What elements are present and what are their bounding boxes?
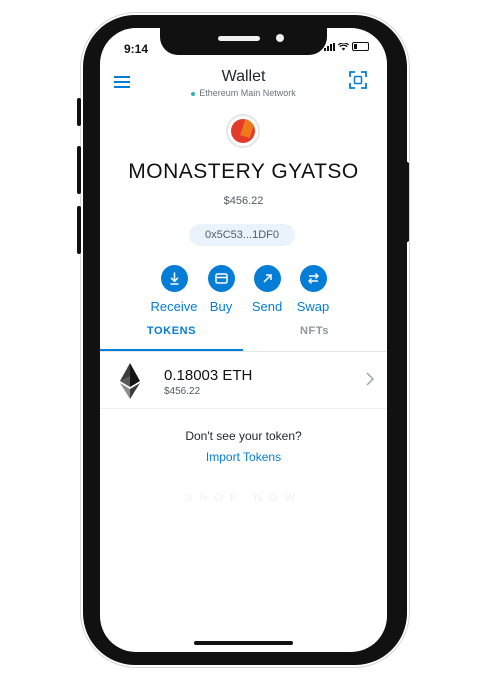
volume-up-button — [77, 146, 81, 194]
swap-label: Swap — [296, 299, 330, 314]
front-camera — [276, 34, 284, 42]
qr-scan-icon[interactable] — [349, 71, 367, 89]
asset-tabs: TOKENS NFTs — [100, 325, 387, 354]
network-status-dot — [191, 91, 196, 96]
send-button[interactable]: Send — [242, 265, 292, 314]
buy-label: Buy — [209, 299, 233, 314]
receive-label: Receive — [150, 299, 198, 314]
speaker — [218, 36, 260, 41]
swap-button[interactable]: Swap — [288, 265, 338, 314]
wallet-header: Wallet Ethereum Main Network — [100, 66, 387, 100]
buy-button[interactable]: Buy — [196, 265, 246, 314]
status-time: 9:14 — [124, 42, 149, 56]
card-icon — [207, 265, 235, 292]
phone-screen: 9:14 Wallet Ethereum Main Network MONAST… — [100, 28, 387, 652]
power-button — [405, 162, 409, 242]
missing-token-prompt: Don't see your token? — [185, 429, 302, 443]
token-amount: 0.18003 ETH — [164, 367, 253, 384]
network-label: Ethereum Main Network — [199, 88, 296, 98]
status-icons — [324, 42, 369, 51]
notch — [160, 28, 327, 55]
wifi-icon — [338, 42, 349, 50]
swap-arrows-icon — [299, 265, 327, 292]
receive-button[interactable]: Receive — [149, 265, 199, 314]
tab-nfts[interactable]: NFTs — [243, 325, 386, 337]
download-arrow-icon — [160, 265, 188, 292]
import-tokens-link[interactable]: Import Tokens — [100, 450, 387, 464]
page-title: Wallet — [221, 68, 266, 85]
faded-shop-now-text: SHOP NOW — [185, 492, 302, 504]
tab-divider — [100, 351, 387, 352]
signal-icon — [324, 42, 335, 51]
active-tab-indicator — [100, 349, 243, 351]
send-label: Send — [251, 299, 283, 314]
mute-switch — [77, 98, 81, 126]
home-indicator[interactable] — [194, 641, 293, 645]
token-row[interactable]: 0.18003 ETH $456.22 — [100, 355, 387, 409]
network-selector[interactable]: Ethereum Main Network — [100, 88, 387, 98]
account-balance: $456.22 — [223, 195, 264, 207]
arrow-up-right-icon — [253, 265, 281, 292]
chevron-right-icon — [366, 372, 375, 386]
ethereum-icon — [120, 363, 140, 399]
account-avatar[interactable] — [226, 114, 260, 148]
account-address-pill[interactable]: 0x5C53...1DF0 — [189, 224, 295, 246]
token-fiat-value: $456.22 — [164, 386, 201, 397]
avatar-identicon — [231, 119, 255, 143]
volume-down-button — [77, 206, 81, 254]
battery-icon — [352, 42, 369, 51]
tab-tokens[interactable]: TOKENS — [100, 325, 243, 337]
account-name[interactable]: MONASTERY GYATSO — [100, 160, 387, 184]
